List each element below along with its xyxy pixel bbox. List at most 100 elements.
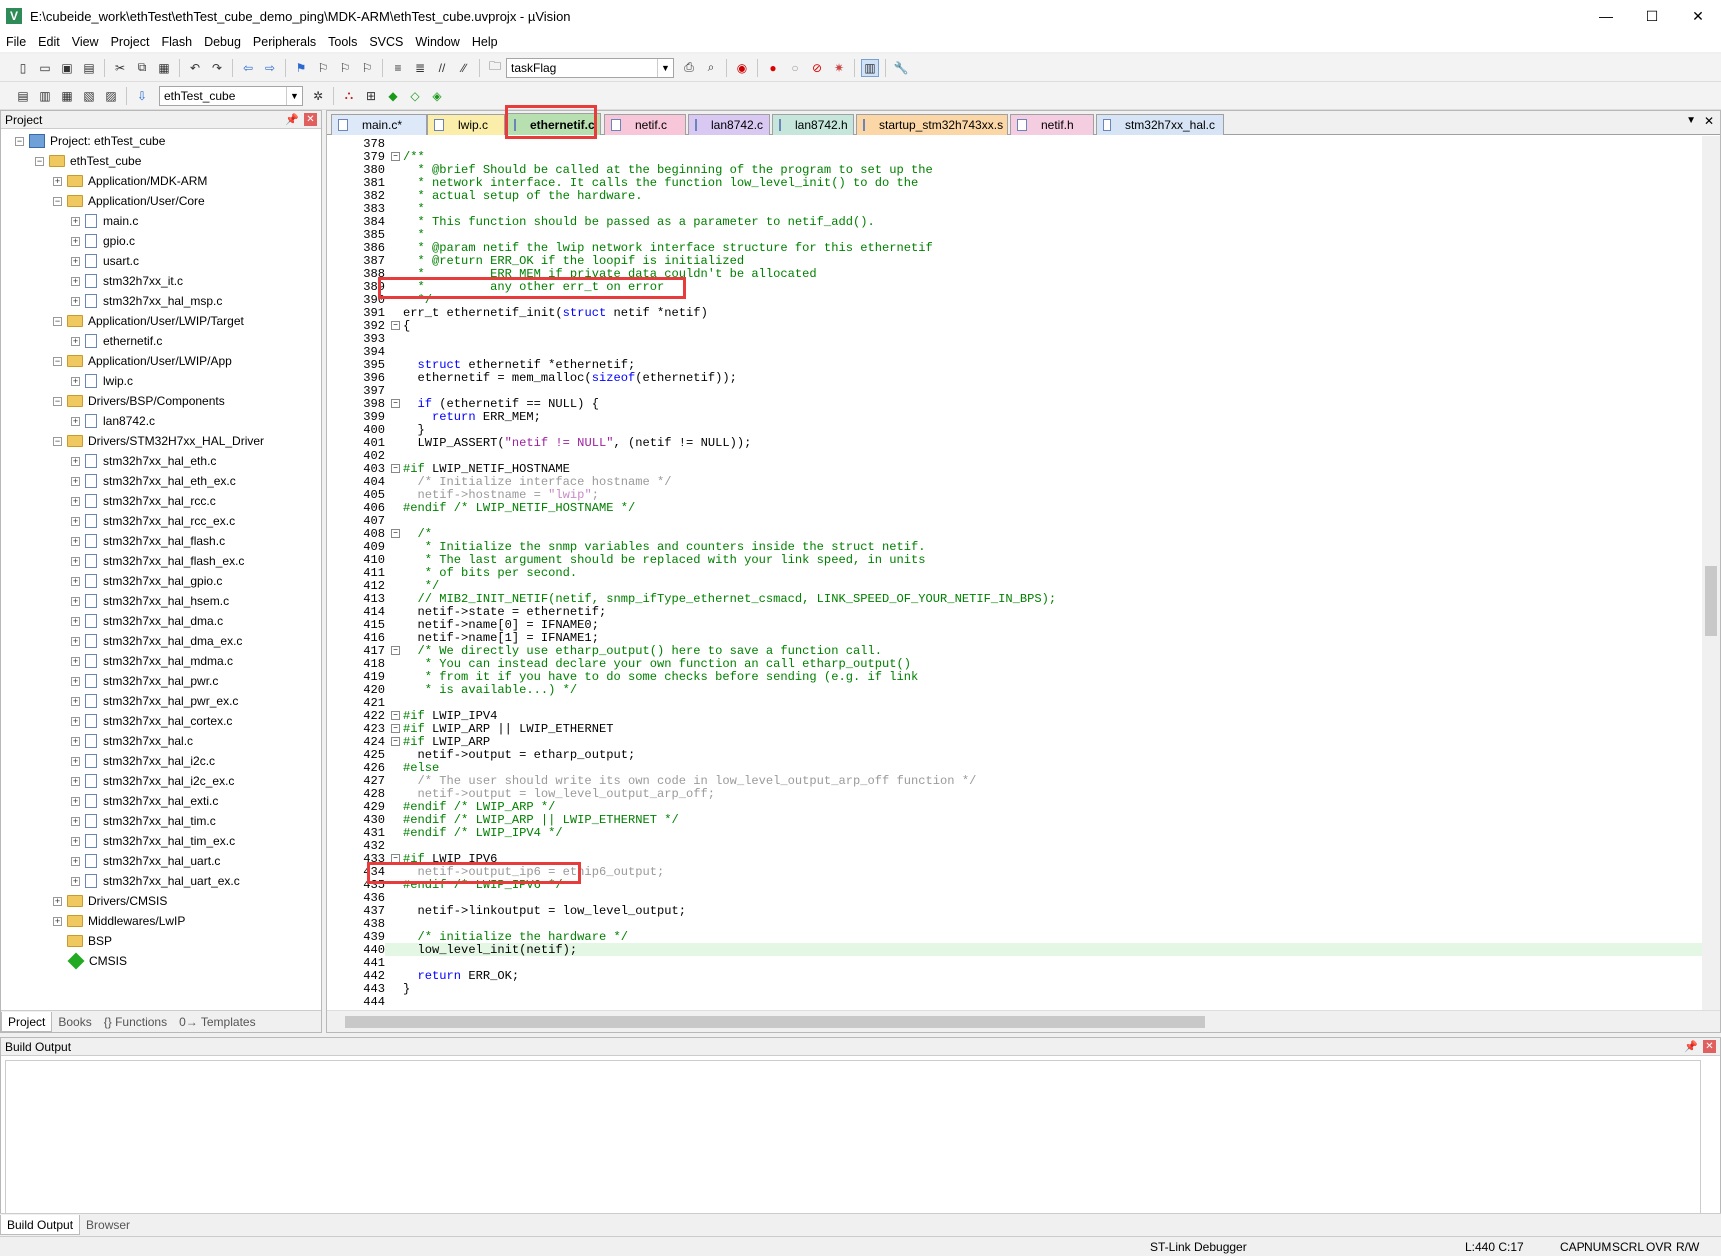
redo-icon[interactable]: ↷ xyxy=(208,59,226,77)
tree-item[interactable]: + stm32h7xx_hal_dma.c xyxy=(71,611,223,631)
tree-item[interactable]: + stm32h7xx_hal_pwr_ex.c xyxy=(71,691,238,711)
expand-icon[interactable]: + xyxy=(71,676,80,686)
tree-item[interactable]: + stm32h7xx_hal_mdma.c xyxy=(71,651,233,671)
menu-debug[interactable]: Debug xyxy=(198,35,247,49)
tree-item[interactable]: + stm32h7xx_hal_tim.c xyxy=(71,811,216,831)
expand-icon[interactable]: + xyxy=(71,636,80,646)
tree-item[interactable]: − Drivers/STM32H7xx_HAL_Driver xyxy=(53,431,264,451)
menu-edit[interactable]: Edit xyxy=(32,35,66,49)
tree-item[interactable]: + stm32h7xx_hal_msp.c xyxy=(71,291,222,311)
menu-window[interactable]: Window xyxy=(409,35,465,49)
breakpoint-icon[interactable]: ● xyxy=(764,59,782,77)
close-icon[interactable]: ✕ xyxy=(304,113,317,126)
collapse-icon[interactable]: − xyxy=(15,136,24,146)
menu-help[interactable]: Help xyxy=(466,35,504,49)
fold-toggle-icon[interactable]: − xyxy=(391,711,400,720)
minimize-button[interactable]: — xyxy=(1583,0,1629,32)
target-combo[interactable]: ethTest_cube ▼ xyxy=(159,85,303,106)
close-tab-icon[interactable]: ✕ xyxy=(1704,114,1714,128)
code-area[interactable]: 378 379−/** 380 * @brief Should be called … xyxy=(327,136,1702,1010)
tree-item[interactable]: − Application/User/LWIP/App xyxy=(53,351,232,371)
fold-toggle-icon[interactable]: − xyxy=(391,152,400,161)
debug-session-icon[interactable]: ◉ xyxy=(733,59,751,77)
expand-icon[interactable]: + xyxy=(71,696,80,706)
menu-flash[interactable]: Flash xyxy=(155,35,198,49)
tree-item[interactable]: − Application/User/Core xyxy=(53,191,205,211)
window-layout-icon[interactable]: ▥ xyxy=(861,58,879,77)
expand-icon[interactable]: + xyxy=(71,816,80,826)
menu-file[interactable]: File xyxy=(0,35,32,49)
save-icon[interactable]: ▣ xyxy=(58,59,76,77)
editor-tab[interactable]: netif.h xyxy=(1010,114,1094,135)
editor-tab[interactable]: stm32h7xx_hal.c xyxy=(1096,114,1224,135)
undo-icon[interactable]: ↶ xyxy=(186,59,204,77)
tree-item[interactable]: + gpio.c xyxy=(71,231,135,251)
save-all-icon[interactable]: ▤ xyxy=(80,59,98,77)
tree-item[interactable]: + stm32h7xx_hal_rcc_ex.c xyxy=(71,511,235,531)
tree-item[interactable]: − ethTest_cube xyxy=(35,151,141,171)
expand-icon[interactable]: + xyxy=(71,496,80,506)
tree-item[interactable]: + main.c xyxy=(71,211,138,231)
tree-item[interactable]: + stm32h7xx_hal_pwr.c xyxy=(71,671,218,691)
menu-tools[interactable]: Tools xyxy=(322,35,363,49)
horizontal-scrollbar[interactable] xyxy=(327,1010,1720,1032)
paste-icon[interactable]: ▦ xyxy=(155,59,173,77)
cut-icon[interactable]: ✂ xyxy=(111,59,129,77)
disable-breakpoint-icon[interactable]: ○ xyxy=(786,59,804,77)
tree-item[interactable]: − Application/User/LWIP/Target xyxy=(53,311,244,331)
new-file-icon[interactable]: ▯ xyxy=(14,59,32,77)
configure-icon[interactable]: 🔧 xyxy=(892,59,910,77)
tree-item[interactable]: + stm32h7xx_hal_flash_ex.c xyxy=(71,551,244,571)
navigate-back-icon[interactable]: ⇦ xyxy=(239,59,257,77)
tree-item[interactable]: − Project: ethTest_cube xyxy=(15,131,165,151)
uncomment-icon[interactable]: ∕∕ xyxy=(455,59,473,77)
expand-icon[interactable]: + xyxy=(71,476,80,486)
fold-toggle-icon[interactable]: − xyxy=(391,529,400,538)
fold-toggle-icon[interactable]: − xyxy=(391,399,400,408)
tree-item[interactable]: + lan8742.c xyxy=(71,411,155,431)
expand-icon[interactable]: + xyxy=(71,456,80,466)
translate-icon[interactable]: ▤ xyxy=(14,87,32,105)
navigate-forward-icon[interactable]: ⇨ xyxy=(261,59,279,77)
collapse-icon[interactable]: − xyxy=(53,396,62,406)
download-load-icon[interactable]: ⇩ xyxy=(133,87,151,105)
expand-icon[interactable]: + xyxy=(71,416,80,426)
manage-project-icon[interactable]: ⛬ xyxy=(340,87,358,105)
expand-icon[interactable]: + xyxy=(71,256,80,266)
expand-icon[interactable]: + xyxy=(71,336,80,346)
editor-tab[interactable]: lan8742.c xyxy=(688,114,770,135)
menu-peripherals[interactable]: Peripherals xyxy=(247,35,322,49)
prev-bookmark-icon[interactable]: ⚐ xyxy=(314,59,332,77)
tree-item[interactable]: − Drivers/BSP/Components xyxy=(53,391,225,411)
open-file-icon[interactable]: ▭ xyxy=(36,59,54,77)
select-packs-icon[interactable]: ◇ xyxy=(406,87,424,105)
tab-browser[interactable]: Browser xyxy=(80,1218,136,1232)
disable-all-breakpoints-icon[interactable]: ⊘ xyxy=(808,59,826,77)
expand-icon[interactable]: + xyxy=(71,576,80,586)
build-output-text[interactable] xyxy=(5,1060,1701,1230)
tree-item[interactable]: + stm32h7xx_hal_exti.c xyxy=(71,791,218,811)
chevron-down-icon[interactable]: ▼ xyxy=(286,86,302,105)
comment-icon[interactable]: // xyxy=(433,59,451,77)
expand-icon[interactable]: + xyxy=(71,516,80,526)
fold-toggle-icon[interactable]: − xyxy=(391,646,400,655)
tree-item[interactable]: + Middlewares/LwIP xyxy=(53,911,185,931)
fold-toggle-icon[interactable]: − xyxy=(391,321,400,330)
tree-item[interactable]: BSP xyxy=(53,931,112,951)
expand-icon[interactable]: + xyxy=(71,836,80,846)
maximize-button[interactable]: ☐ xyxy=(1629,0,1675,32)
tree-item[interactable]: + stm32h7xx_hal_eth_ex.c xyxy=(71,471,236,491)
next-bookmark-icon[interactable]: ⚐ xyxy=(336,59,354,77)
tree-item[interactable]: + stm32h7xx_hal_gpio.c xyxy=(71,571,222,591)
tree-item[interactable]: + stm32h7xx_hal_cortex.c xyxy=(71,711,232,731)
indent-icon[interactable]: ≡ xyxy=(389,59,407,77)
menu-svcs[interactable]: SVCS xyxy=(363,35,409,49)
tree-item[interactable]: + stm32h7xx_hal_i2c.c xyxy=(71,751,215,771)
tree-item[interactable]: + stm32h7xx_hal_tim_ex.c xyxy=(71,831,235,851)
expand-icon[interactable]: + xyxy=(71,716,80,726)
bookmark-icon[interactable]: ⚑ xyxy=(292,59,310,77)
tree-item[interactable]: + Application/MDK-ARM xyxy=(53,171,207,191)
editor-tab[interactable]: startup_stm32h743xx.s xyxy=(856,114,1008,135)
file-extensions-icon[interactable]: ⊞ xyxy=(362,87,380,105)
find-in-files-icon[interactable]: 🗀 xyxy=(486,59,504,77)
